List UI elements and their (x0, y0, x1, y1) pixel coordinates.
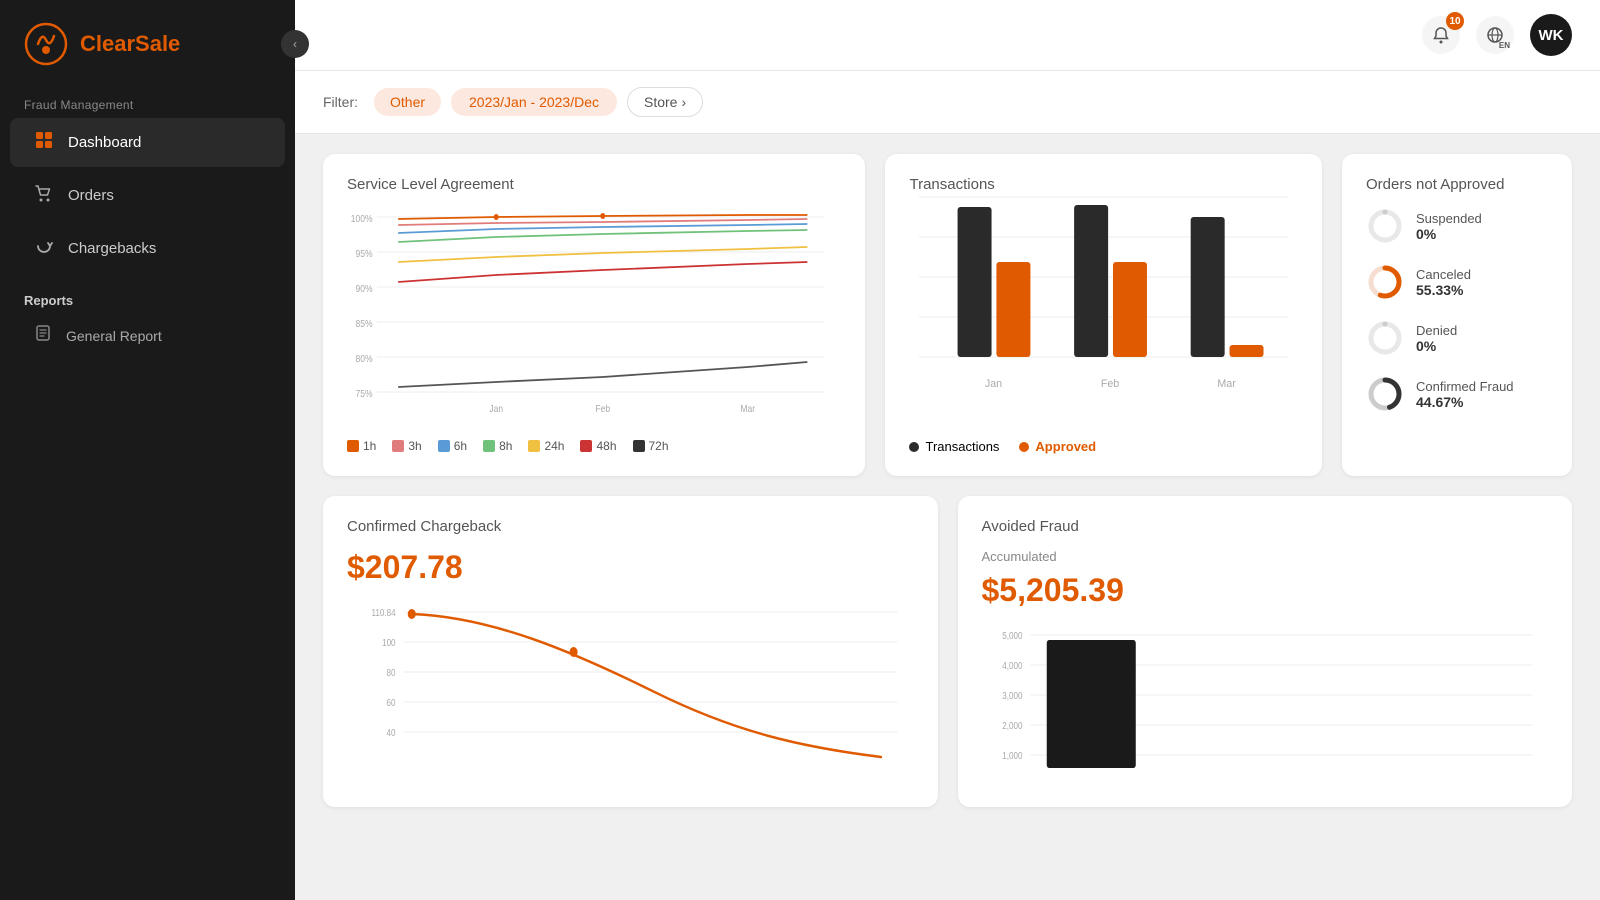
logo-icon (24, 22, 68, 66)
legend-1h: 1h (347, 439, 376, 453)
filter-bar: Filter: Other 2023/Jan - 2023/Dec Store … (295, 71, 1600, 134)
chevron-right-icon: › (681, 94, 686, 110)
language-label: EN (1499, 41, 1510, 50)
status-info-denied: Denied 0% (1416, 323, 1457, 354)
svg-text:85%: 85% (356, 318, 373, 329)
orders-title: Orders not Approved (1366, 176, 1548, 193)
svg-text:100: 100 (382, 637, 395, 648)
chargebacks-label: Chargebacks (68, 240, 156, 257)
bottom-row: Confirmed Chargeback $207.78 110.84 100 … (323, 496, 1572, 807)
filter-store[interactable]: Store › (627, 87, 703, 117)
filter-other[interactable]: Other (374, 88, 441, 116)
section-reports: Reports (0, 275, 295, 312)
legend-6h: 6h (438, 439, 467, 453)
logo-text: ClearSale (80, 31, 180, 57)
donut-confirmed-fraud (1366, 375, 1404, 413)
main-content: 10 EN WK Filter: Other 2023/Jan - 2023/D… (295, 0, 1600, 900)
status-denied: Denied 0% (1366, 319, 1548, 357)
legend-48h: 48h (580, 439, 616, 453)
svg-text:Jan: Jan (985, 378, 1002, 390)
status-info-suspended: Suspended 0% (1416, 211, 1482, 242)
svg-text:3,000: 3,000 (1002, 690, 1022, 701)
avoided-fraud-chart: 5,000 4,000 3,000 2,000 1,000 (982, 625, 1549, 785)
donut-denied (1366, 319, 1404, 357)
transactions-legend: Transactions Approved (909, 439, 1298, 454)
svg-text:100%: 100% (351, 213, 373, 224)
avoided-fraud-title: Avoided Fraud (982, 518, 1549, 535)
top-row: Service Level Agreement 100% 95% 90% 85%… (323, 154, 1572, 476)
logo-area: ClearSale (0, 0, 295, 88)
donut-suspended (1366, 207, 1404, 245)
sidebar: ClearSale ‹ Fraud Management Dashboard O… (0, 0, 295, 900)
sidebar-item-general-report[interactable]: General Report (10, 314, 285, 357)
orders-not-approved-card: Orders not Approved Suspended 0% (1342, 154, 1572, 476)
status-confirmed-fraud: Confirmed Fraud 44.67% (1366, 375, 1548, 413)
user-avatar[interactable]: WK (1530, 14, 1572, 56)
svg-text:Jan: Jan (489, 403, 503, 414)
status-suspended: Suspended 0% (1366, 207, 1548, 245)
legend-8h: 8h (483, 439, 512, 453)
collapse-button[interactable]: ‹ (281, 30, 309, 58)
language-button[interactable]: EN (1476, 16, 1514, 54)
svg-text:Feb: Feb (595, 403, 610, 414)
svg-text:95%: 95% (356, 248, 373, 259)
svg-text:60: 60 (387, 697, 396, 708)
general-report-label: General Report (66, 328, 162, 344)
transactions-chart: Jan Feb Mar (909, 207, 1298, 427)
svg-text:4,000: 4,000 (1002, 660, 1022, 671)
chargeback-chart: 110.84 100 80 60 40 (347, 602, 914, 762)
svg-text:110.84: 110.84 (371, 607, 395, 618)
notifications-button[interactable]: 10 (1422, 16, 1460, 54)
orders-icon (34, 183, 54, 208)
header: 10 EN WK (295, 0, 1600, 71)
chargeback-card: Confirmed Chargeback $207.78 110.84 100 … (323, 496, 938, 807)
transactions-card: Transactions (885, 154, 1322, 476)
orders-label: Orders (68, 187, 114, 204)
dashboard-label: Dashboard (68, 134, 141, 151)
dashboard-icon (34, 130, 54, 155)
filter-date[interactable]: 2023/Jan - 2023/Dec (451, 88, 617, 116)
legend-24h: 24h (528, 439, 564, 453)
sidebar-item-dashboard[interactable]: Dashboard (10, 118, 285, 167)
dashboard: Service Level Agreement 100% 95% 90% 85%… (295, 134, 1600, 900)
svg-text:80: 80 (387, 667, 396, 678)
svg-text:Feb: Feb (1101, 378, 1119, 390)
svg-text:Mar: Mar (740, 403, 755, 414)
status-info-canceled: Canceled 55.33% (1416, 267, 1471, 298)
status-info-fraud: Confirmed Fraud 44.67% (1416, 379, 1514, 410)
svg-text:80%: 80% (356, 353, 373, 364)
notification-badge: 10 (1446, 12, 1464, 30)
sidebar-item-orders[interactable]: Orders (10, 171, 285, 220)
svg-text:1,000: 1,000 (1002, 750, 1022, 761)
trans-legend-transactions: Transactions (909, 439, 999, 454)
svg-text:40: 40 (387, 727, 396, 738)
chargebacks-icon (34, 236, 54, 261)
chargeback-title: Confirmed Chargeback (347, 518, 914, 535)
accumulated-label: Accumulated (982, 549, 1549, 564)
sla-card: Service Level Agreement 100% 95% 90% 85%… (323, 154, 865, 476)
donut-canceled (1366, 263, 1404, 301)
general-report-icon (34, 324, 52, 347)
filter-label: Filter: (323, 94, 358, 110)
status-canceled: Canceled 55.33% (1366, 263, 1548, 301)
trans-legend-approved: Approved (1019, 439, 1096, 454)
sla-chart: 100% 95% 90% 85% 80% 75% (347, 207, 841, 427)
legend-3h: 3h (392, 439, 421, 453)
svg-text:75%: 75% (356, 388, 373, 399)
chargeback-amount: $207.78 (347, 549, 914, 586)
avoided-fraud-card: Avoided Fraud Accumulated $5,205.39 5,00… (958, 496, 1573, 807)
sidebar-item-chargebacks[interactable]: Chargebacks (10, 224, 285, 273)
avoided-fraud-amount: $5,205.39 (982, 572, 1549, 609)
svg-text:5,000: 5,000 (1002, 630, 1022, 641)
legend-72h: 72h (633, 439, 669, 453)
svg-text:2,000: 2,000 (1002, 720, 1022, 731)
sla-title: Service Level Agreement (347, 176, 841, 193)
sla-legend: 1h 3h 6h 8h (347, 439, 841, 453)
svg-text:90%: 90% (356, 283, 373, 294)
section-fraud-management: Fraud Management (0, 88, 295, 116)
svg-text:Mar: Mar (1218, 378, 1237, 390)
